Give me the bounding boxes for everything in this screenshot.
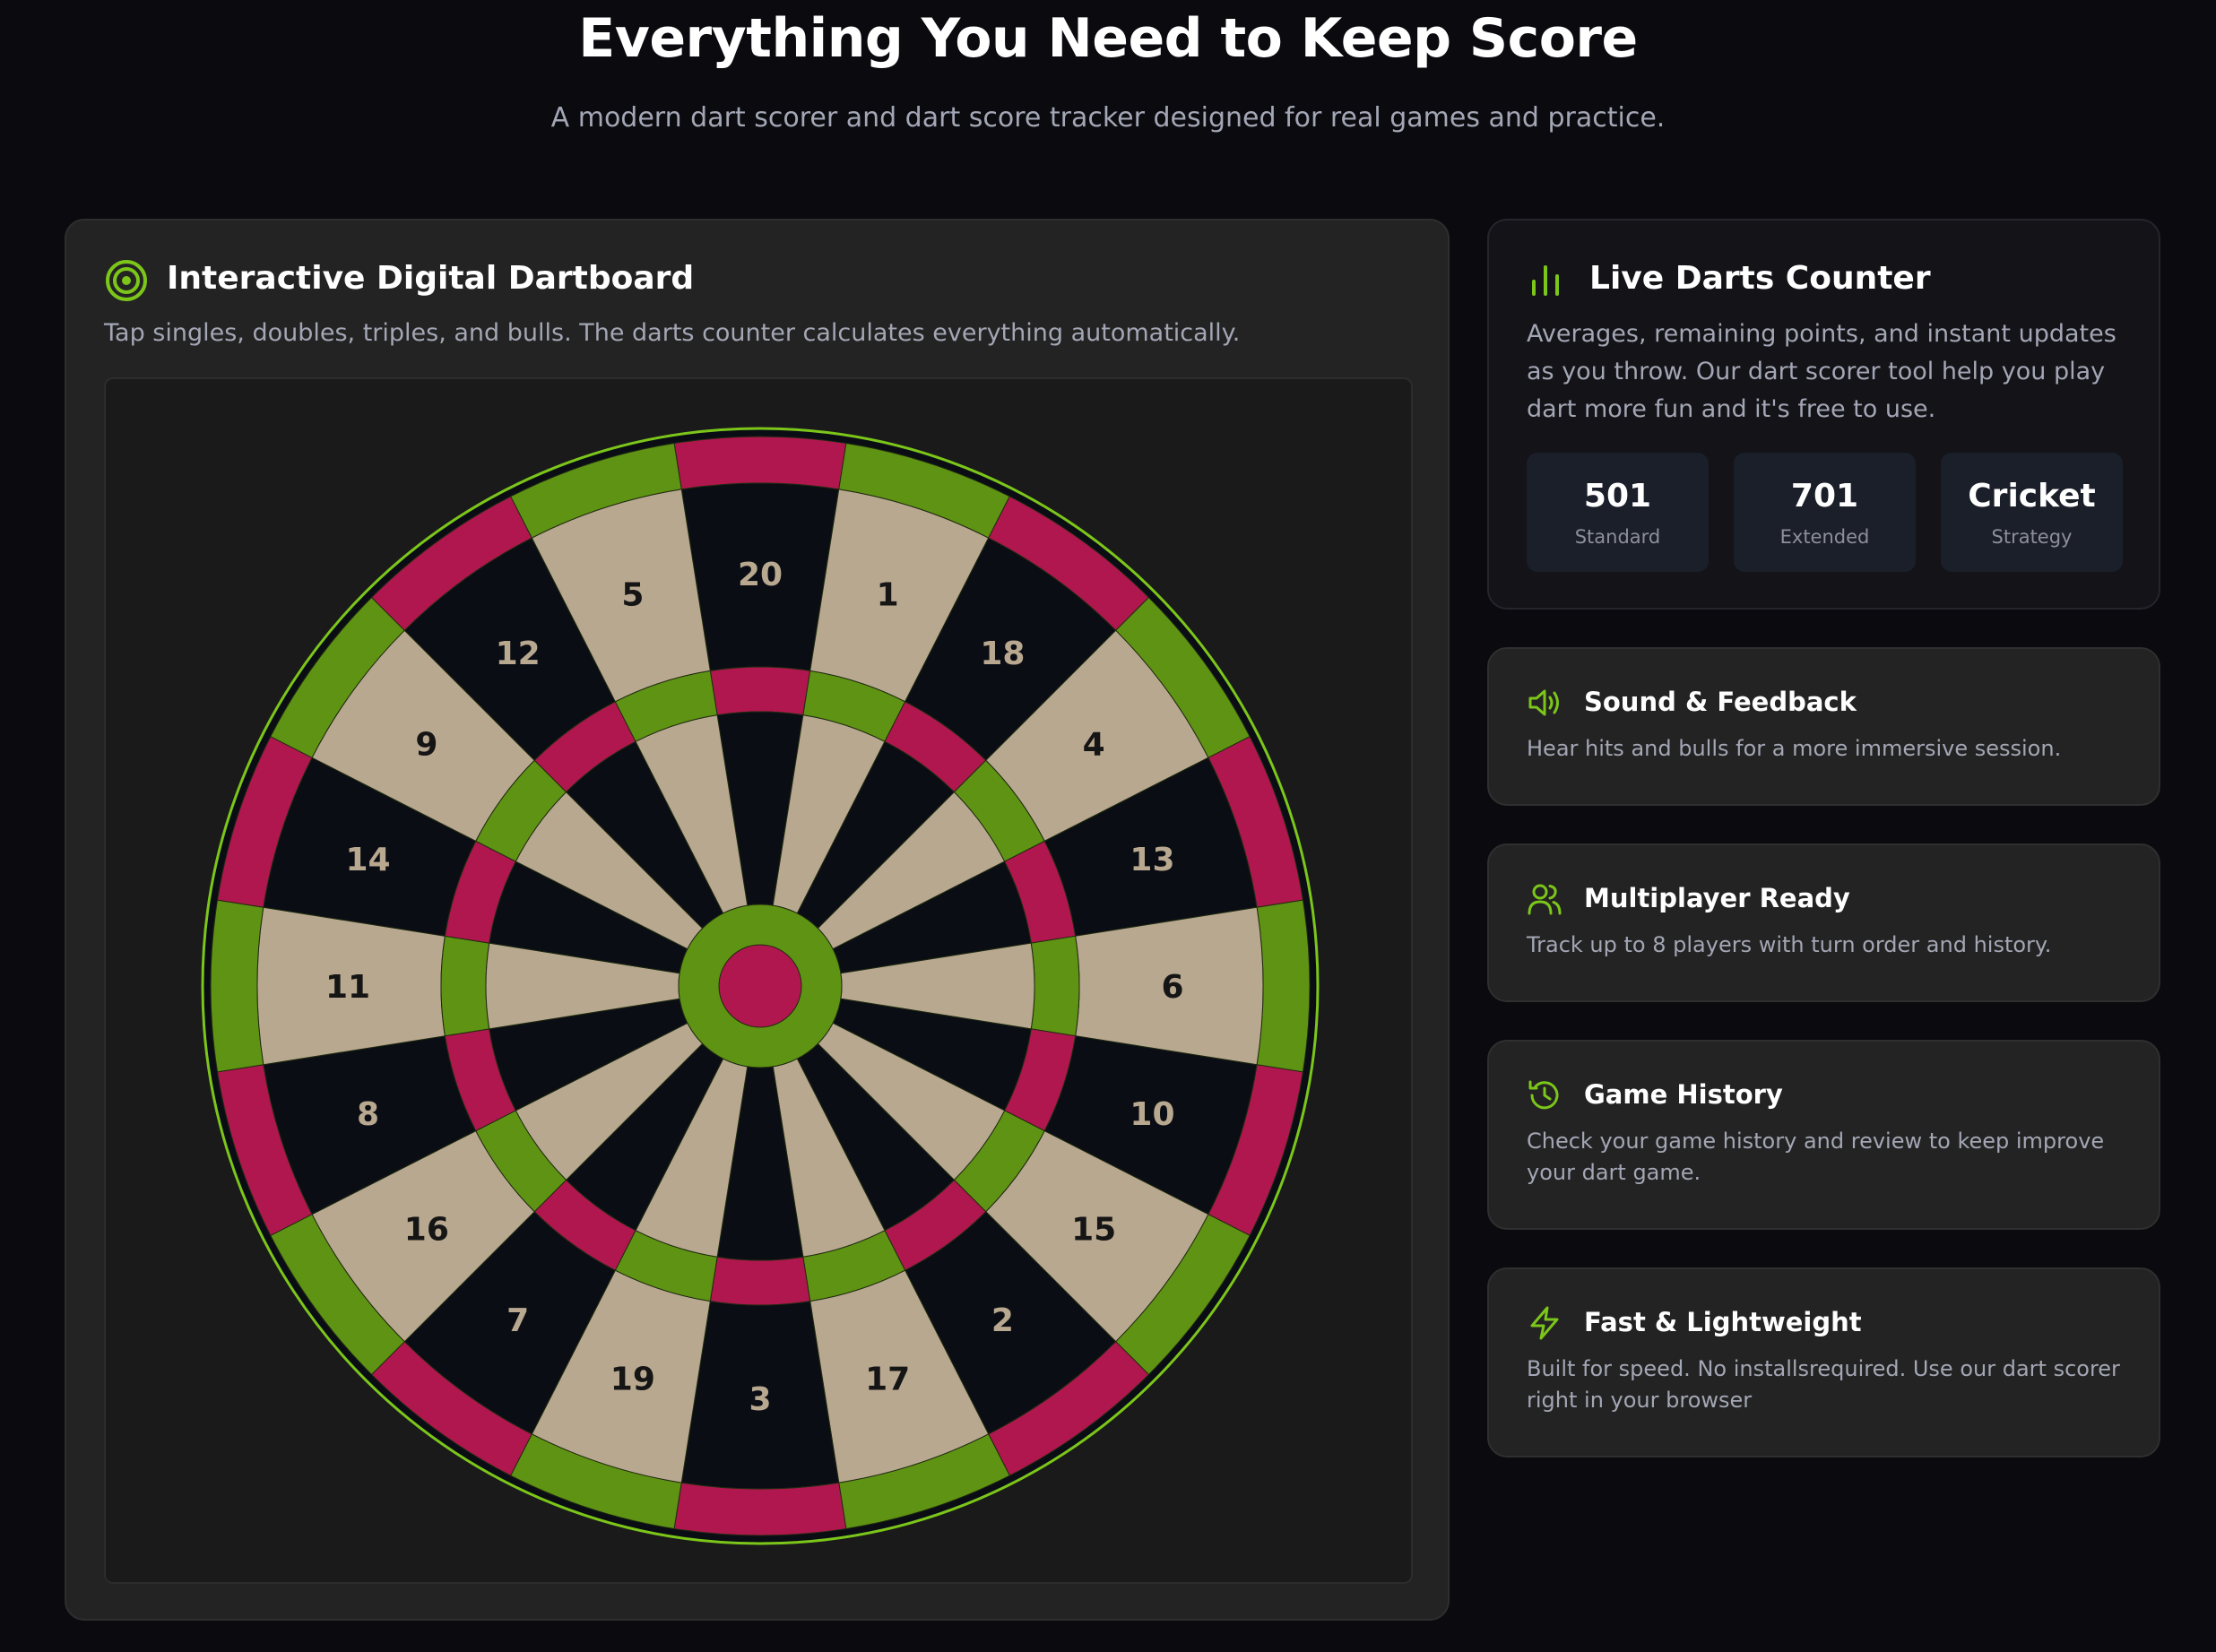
segment-number-10: 10 — [1130, 1096, 1174, 1133]
segment-number-9: 9 — [415, 727, 437, 764]
segment-number-11: 11 — [325, 969, 370, 1006]
game-modes: 501 Standard 701 Extended Cricket Strate… — [1527, 453, 2123, 572]
feature-title: Multiplayer Ready — [1584, 883, 1850, 913]
mode-501[interactable]: 501 Standard — [1527, 453, 1709, 572]
segment-number-12: 12 — [496, 636, 541, 672]
mode-cricket[interactable]: Cricket Strategy — [1941, 453, 2123, 572]
feature-card-fast: Fast & Lightweight Built for speed. No i… — [1487, 1267, 2160, 1457]
mode-value: 701 — [1790, 478, 1859, 515]
triple-20[interactable] — [709, 666, 811, 716]
segment-number-20: 20 — [738, 557, 783, 593]
bar-chart-icon — [1527, 262, 1564, 299]
page-title: Everything You Need to Keep Score — [578, 7, 1638, 70]
triple-3[interactable] — [709, 1256, 811, 1306]
live-counter-card: Live Darts Counter Averages, remaining p… — [1487, 219, 2160, 610]
segment-number-19: 19 — [610, 1361, 655, 1397]
feature-card-multiplayer: Multiplayer Ready Track up to 8 players … — [1487, 843, 2160, 1002]
double-11[interactable] — [210, 899, 264, 1073]
double-20[interactable] — [673, 436, 847, 490]
segment-number-13: 13 — [1130, 842, 1174, 878]
segment-number-4: 4 — [1083, 727, 1105, 764]
mode-label: Extended — [1779, 526, 1870, 548]
segment-number-1: 1 — [877, 577, 899, 614]
dartboard-card: Interactive Digital Dartboard Tap single… — [65, 219, 1450, 1621]
feature-title: Sound & Feedback — [1584, 687, 1857, 717]
mode-value: Cricket — [1968, 478, 2096, 515]
dartboard[interactable]: 20 1 18 4 13 6 10 15 2 17 3 19 7 16 8 11 14 9 12 5 — [106, 379, 1415, 1586]
feature-card-sound: Sound & Feedback Hear hits and bulls for… — [1487, 647, 2160, 806]
feature-title: Fast & Lightweight — [1584, 1307, 1862, 1337]
double-3[interactable] — [673, 1482, 847, 1536]
segment-number-5: 5 — [621, 577, 644, 614]
mode-label: Standard — [1574, 526, 1661, 548]
dartboard-area: 20 1 18 4 13 6 10 15 2 17 3 19 7 16 8 11 14 9 12 5 — [104, 377, 1413, 1584]
feature-description: Check your game history and review to ke… — [1527, 1129, 2105, 1185]
live-counter-title: Live Darts Counter — [1589, 260, 1931, 297]
segment-number-15: 15 — [1071, 1211, 1116, 1248]
feature-description: Track up to 8 players with turn order an… — [1527, 932, 2052, 957]
double-6[interactable] — [1256, 899, 1311, 1073]
mode-701[interactable]: 701 Extended — [1734, 453, 1916, 572]
speaker-icon — [1527, 685, 1562, 721]
lightning-icon — [1527, 1305, 1562, 1341]
page-subtitle: A modern dart scorer and dart score trac… — [550, 102, 1666, 134]
feature-title: Game History — [1584, 1079, 1783, 1110]
bullseye[interactable] — [718, 944, 802, 1028]
dartboard-title: Interactive Digital Dartboard — [167, 260, 695, 297]
feature-description: Hear hits and bulls for a more immersive… — [1527, 736, 2062, 761]
triple-11[interactable] — [440, 935, 490, 1037]
mode-label: Strategy — [1991, 526, 2073, 548]
segment-number-2: 2 — [991, 1302, 1014, 1339]
mode-value: 501 — [1583, 478, 1652, 515]
history-icon — [1527, 1077, 1562, 1113]
feature-description: Built for speed. No installsrequired. Us… — [1527, 1356, 2120, 1413]
segment-number-16: 16 — [404, 1211, 449, 1248]
live-counter-description: Averages, remaining points, and instant … — [1527, 320, 2116, 423]
page: Everything You Need to Keep Score A mode… — [0, 0, 2216, 1652]
dartboard-description: Tap singles, doubles, triples, and bulls… — [104, 319, 1241, 347]
segment-number-18: 18 — [980, 636, 1025, 672]
segment-number-6: 6 — [1161, 969, 1183, 1006]
segment-number-7: 7 — [506, 1302, 529, 1339]
segment-number-14: 14 — [345, 842, 390, 878]
segment-number-3: 3 — [749, 1381, 771, 1418]
segment-number-8: 8 — [357, 1096, 379, 1133]
users-icon — [1527, 881, 1562, 917]
target-icon — [104, 258, 149, 303]
triple-6[interactable] — [1030, 935, 1080, 1037]
segment-number-17: 17 — [865, 1361, 910, 1397]
feature-card-history: Game History Check your game history and… — [1487, 1040, 2160, 1230]
